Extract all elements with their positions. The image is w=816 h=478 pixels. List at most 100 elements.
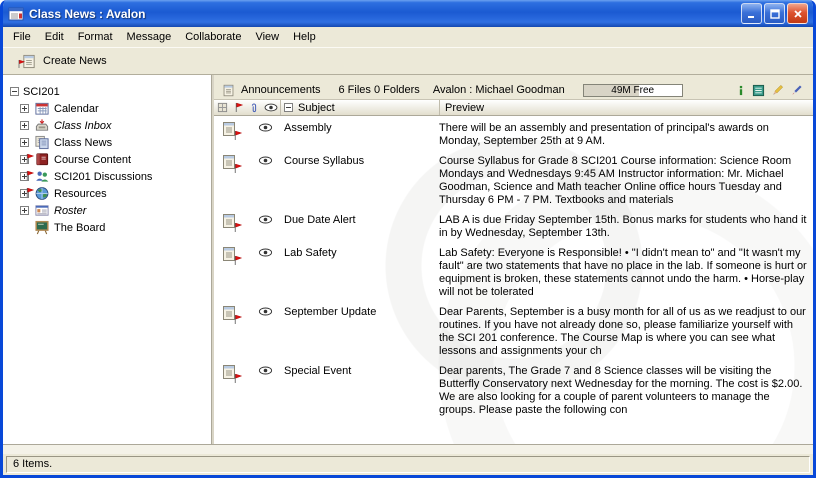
message-preview: There will be an assembly and presentati… bbox=[439, 121, 813, 148]
sidebar-item-label: Class Inbox bbox=[54, 120, 111, 132]
message-row-due-date-alert[interactable]: Due Date Alert LAB A is due Friday Septe… bbox=[214, 211, 813, 244]
message-preview: Course Syllabus for Grade 8 SCI201 Cours… bbox=[439, 154, 813, 207]
info-icon[interactable] bbox=[736, 84, 746, 97]
preview-column-header[interactable]: Preview bbox=[439, 100, 813, 115]
sidebar-item-calendar[interactable]: Calendar bbox=[3, 100, 211, 117]
globe-icon bbox=[33, 186, 50, 201]
minimize-icon bbox=[747, 9, 757, 19]
message-row-assembly[interactable]: Assembly There will be an assembly and p… bbox=[214, 119, 813, 152]
news-item-icon bbox=[214, 213, 258, 232]
sidebar-item-label: Resources bbox=[54, 188, 107, 200]
subject-column-header[interactable]: Subject bbox=[280, 100, 439, 115]
message-row-september-update[interactable]: September Update Dear Parents, September… bbox=[214, 303, 813, 362]
titlebar[interactable]: Class News : Avalon bbox=[3, 0, 813, 27]
free-space-label: 49M Free bbox=[584, 85, 682, 96]
menu-message[interactable]: Message bbox=[120, 29, 179, 45]
maximize-icon bbox=[770, 9, 780, 19]
eye-icon bbox=[258, 121, 284, 135]
menu-format[interactable]: Format bbox=[71, 29, 120, 45]
news-item-icon bbox=[214, 305, 258, 324]
sidebar-item-roster[interactable]: Roster bbox=[3, 202, 211, 219]
collapse-icon[interactable] bbox=[10, 87, 19, 96]
menu-file[interactable]: File bbox=[6, 29, 38, 45]
discussions-icon bbox=[33, 169, 50, 184]
message-list-panel: Announcements 6 Files 0 Folders Avalon :… bbox=[214, 75, 813, 444]
sidebar-item-label: Class News bbox=[54, 137, 112, 149]
eye-icon bbox=[258, 364, 284, 378]
sidebar-item-class-inbox[interactable]: Class Inbox bbox=[3, 117, 211, 134]
preview-column-label: Preview bbox=[445, 102, 484, 114]
horizontal-scrollbar[interactable] bbox=[3, 444, 813, 454]
attachment-column-icon[interactable] bbox=[246, 100, 261, 115]
free-space-indicator: 49M Free bbox=[583, 84, 683, 97]
tree-root-sci201[interactable]: SCI201 bbox=[3, 83, 211, 100]
sidebar-item-label: Calendar bbox=[54, 103, 99, 115]
sidebar-item-label: The Board bbox=[54, 222, 105, 234]
pencil-icon[interactable] bbox=[771, 84, 784, 97]
message-row-course-syllabus[interactable]: Course Syllabus Course Syllabus for Grad… bbox=[214, 152, 813, 211]
collapse-all-toggle[interactable] bbox=[284, 103, 293, 112]
unread-flag-icon bbox=[25, 187, 34, 198]
notes-icon[interactable] bbox=[752, 84, 765, 97]
menu-bar: File Edit Format Message Collaborate Vie… bbox=[3, 27, 813, 47]
message-list: Assembly There will be an assembly and p… bbox=[214, 116, 813, 444]
menu-help[interactable]: Help bbox=[286, 29, 323, 45]
tree-root-label: SCI201 bbox=[23, 86, 60, 98]
eye-icon bbox=[258, 154, 284, 168]
message-preview: Lab Safety: Everyone is Responsible! • "… bbox=[439, 246, 813, 299]
unread-flag-icon bbox=[25, 153, 34, 164]
server-user-label: Avalon : Michael Goodman bbox=[433, 84, 565, 96]
viewed-column-icon[interactable] bbox=[261, 100, 280, 115]
sidebar-item-the-board[interactable]: The Board bbox=[3, 219, 211, 236]
roster-icon bbox=[33, 203, 50, 218]
sidebar-item-label: Course Content bbox=[54, 154, 131, 166]
sidebar-item-course-content[interactable]: Course Content bbox=[3, 151, 211, 168]
eye-icon bbox=[258, 305, 284, 319]
pen-icon[interactable] bbox=[790, 84, 803, 97]
create-news-label: Create News bbox=[43, 55, 107, 67]
close-icon bbox=[793, 9, 803, 19]
expand-icon[interactable] bbox=[20, 206, 29, 215]
message-preview: Dear parents, The Grade 7 and 8 Science … bbox=[439, 364, 813, 417]
eye-icon bbox=[258, 213, 284, 227]
unread-flag-icon bbox=[233, 163, 242, 174]
calendar-icon bbox=[33, 101, 50, 116]
conference-header: Announcements 6 Files 0 Folders Avalon :… bbox=[214, 81, 813, 99]
sidebar-item-label: Roster bbox=[54, 205, 86, 217]
news-item-icon bbox=[214, 246, 258, 265]
expand-icon[interactable] bbox=[20, 138, 29, 147]
menu-view[interactable]: View bbox=[248, 29, 286, 45]
item-type-column-icon[interactable] bbox=[214, 100, 231, 115]
board-icon bbox=[33, 220, 50, 235]
unread-flag-icon bbox=[233, 222, 242, 233]
book-icon bbox=[33, 152, 50, 167]
sidebar-item-label: SCI201 Discussions bbox=[54, 171, 152, 183]
app-window: Class News : Avalon File Edit Format Mes… bbox=[0, 0, 816, 478]
sidebar-item-resources[interactable]: Resources bbox=[3, 185, 211, 202]
create-news-icon bbox=[21, 54, 37, 69]
window-title: Class News : Avalon bbox=[29, 7, 739, 21]
expand-icon[interactable] bbox=[20, 104, 29, 113]
create-news-button[interactable]: Create News bbox=[13, 51, 115, 72]
close-button[interactable] bbox=[787, 3, 808, 24]
unread-flag-icon bbox=[233, 130, 242, 141]
message-row-special-event[interactable]: Special Event Dear parents, The Grade 7 … bbox=[214, 362, 813, 421]
message-subject: September Update bbox=[284, 305, 439, 318]
menu-edit[interactable]: Edit bbox=[38, 29, 71, 45]
flag-column-icon[interactable] bbox=[231, 100, 246, 115]
maximize-button[interactable] bbox=[764, 3, 785, 24]
news-conference-icon bbox=[33, 135, 50, 150]
message-preview: Dear Parents, September is a busy month … bbox=[439, 305, 813, 358]
expand-icon[interactable] bbox=[20, 121, 29, 130]
sidebar-item-class-news[interactable]: Class News bbox=[3, 134, 211, 151]
eye-icon bbox=[258, 246, 284, 260]
status-bar: 6 Items. bbox=[3, 454, 813, 475]
toolbar: Create News bbox=[3, 47, 813, 75]
sidebar-item-discussions[interactable]: SCI201 Discussions bbox=[3, 168, 211, 185]
message-subject: Lab Safety bbox=[284, 246, 439, 259]
message-subject: Course Syllabus bbox=[284, 154, 439, 167]
message-row-lab-safety[interactable]: Lab Safety Lab Safety: Everyone is Respo… bbox=[214, 244, 813, 303]
column-header-row: Subject Preview bbox=[214, 99, 813, 116]
menu-collaborate[interactable]: Collaborate bbox=[178, 29, 248, 45]
minimize-button[interactable] bbox=[741, 3, 762, 24]
